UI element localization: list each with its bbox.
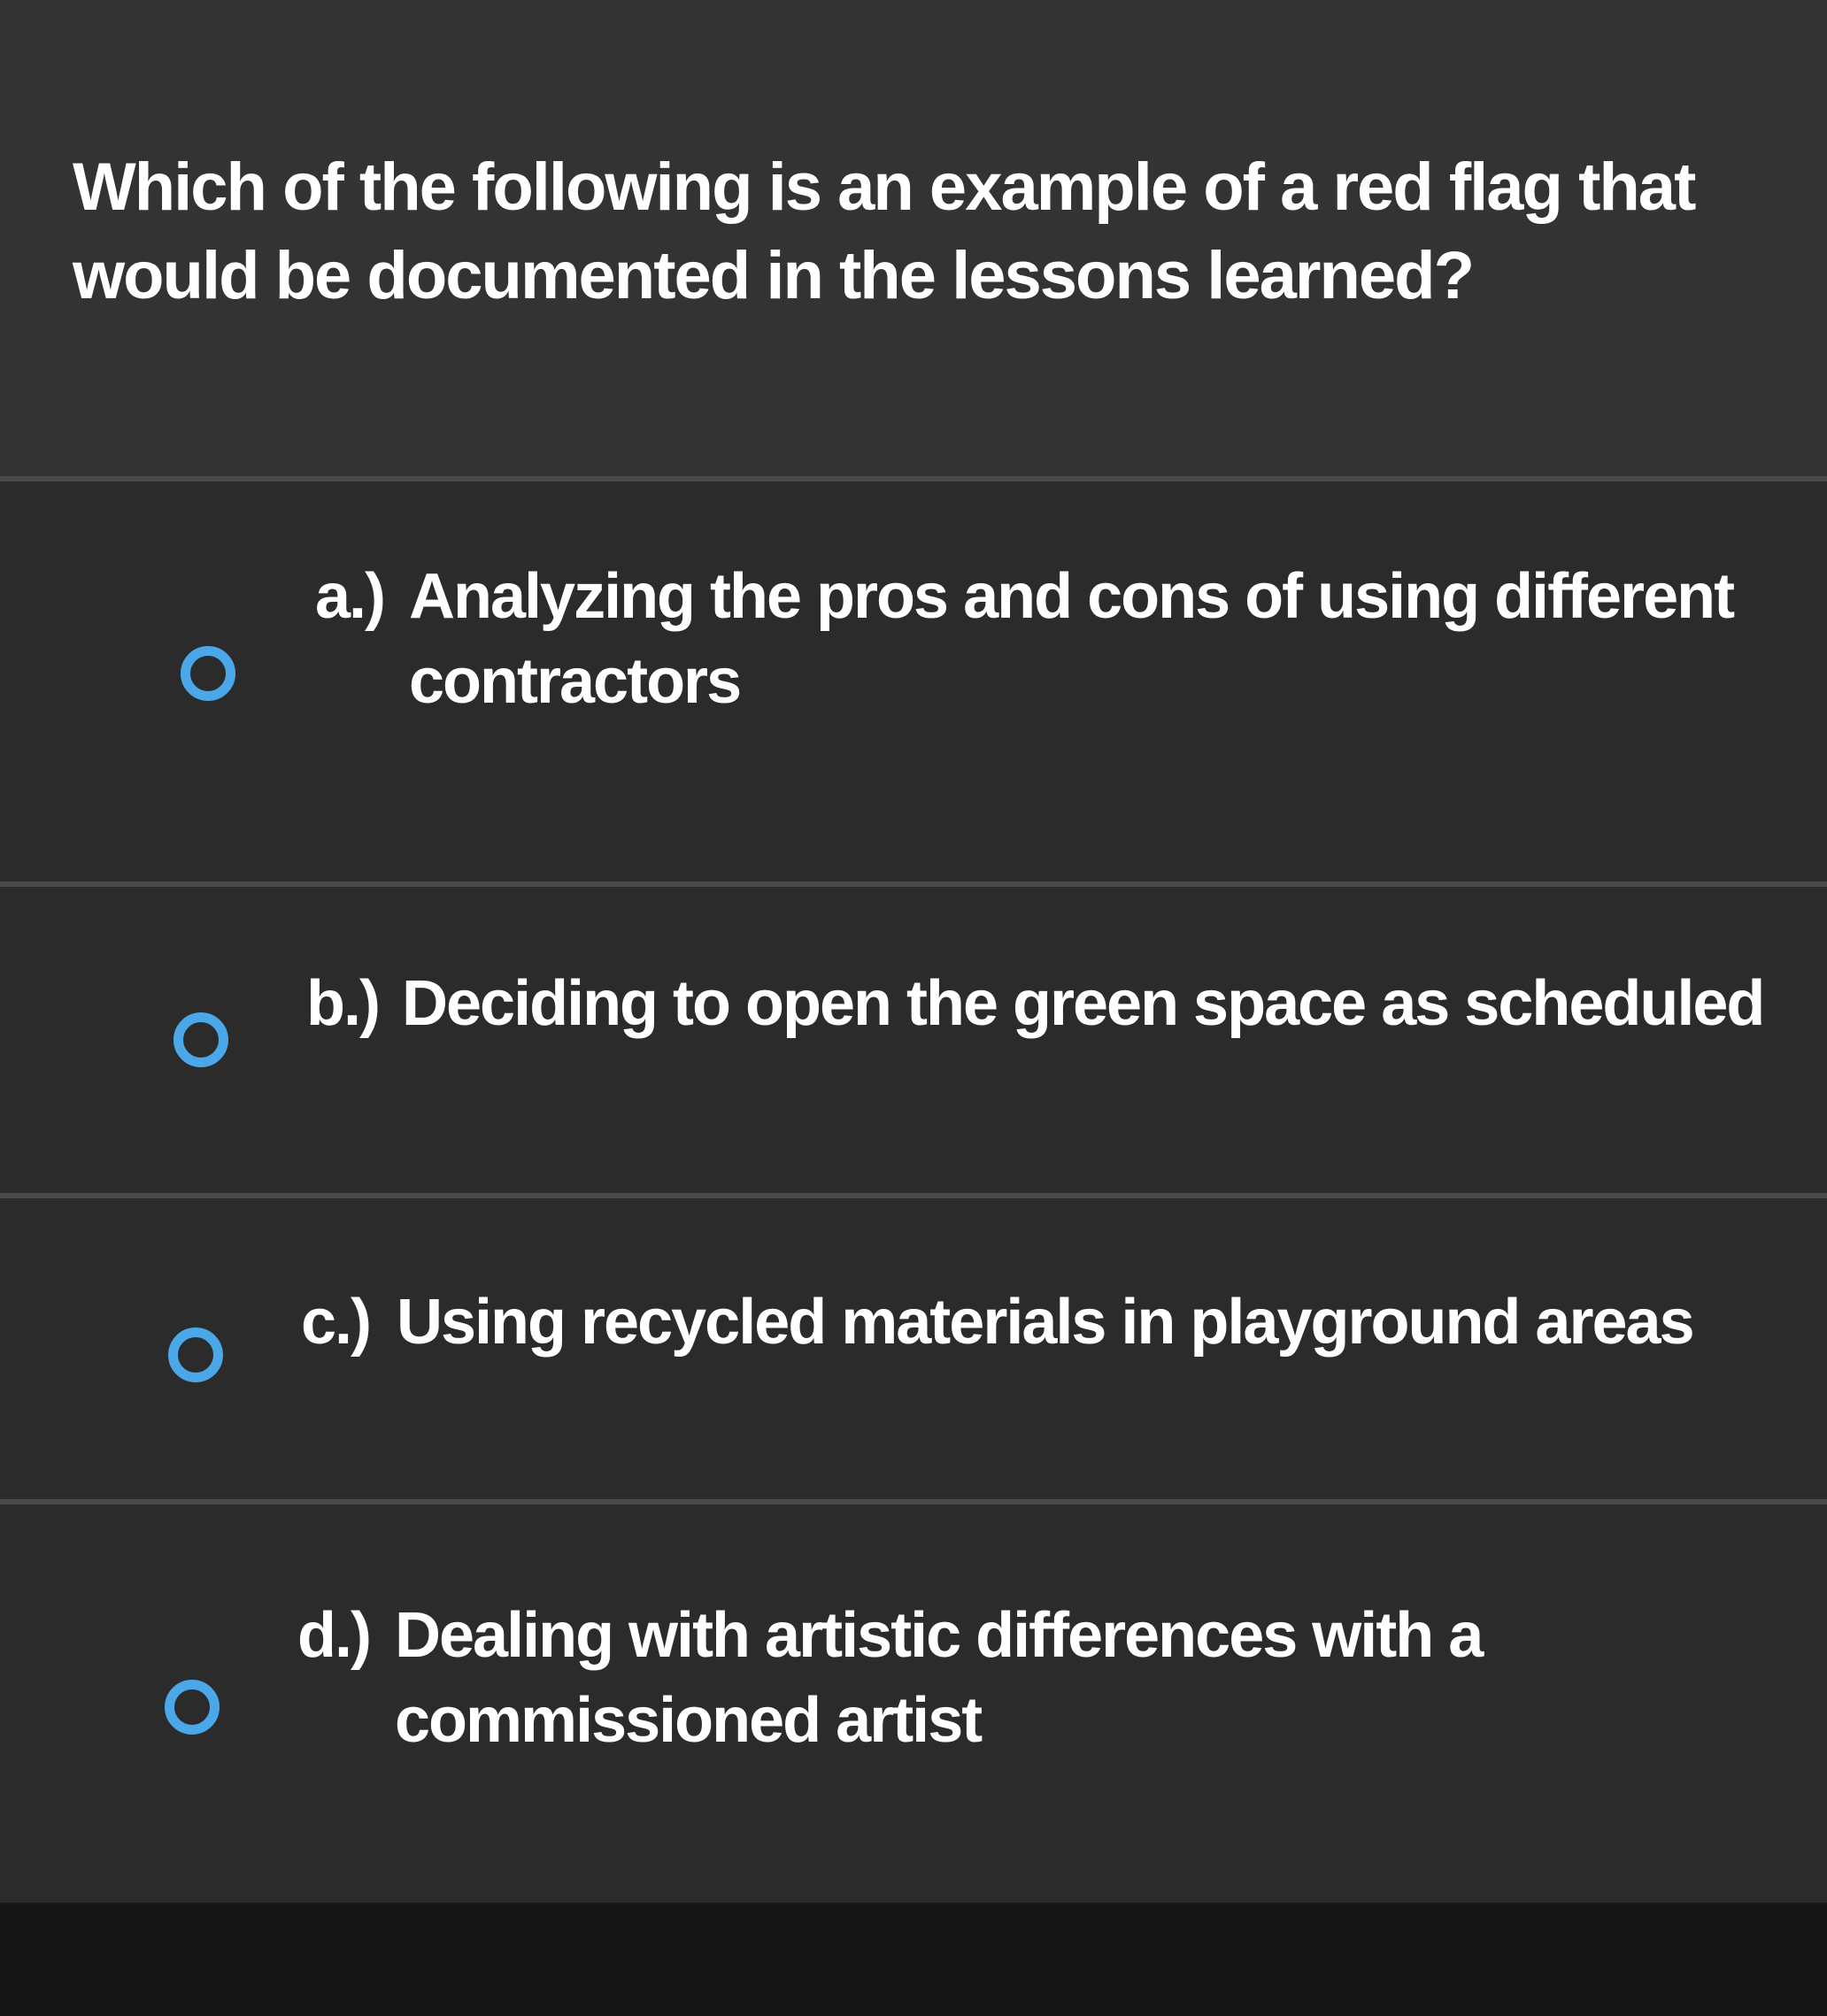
option-d-letter: d.) <box>297 1600 372 1671</box>
option-a[interactable]: a.) Analyzing the pros and cons of using… <box>0 481 1827 881</box>
option-a-letter: a.) <box>315 561 386 632</box>
question-area: Which of the following is an example of … <box>0 0 1827 476</box>
question-text: Which of the following is an example of … <box>73 150 1696 313</box>
option-d[interactable]: d.) Dealing with artistic differences wi… <box>0 1504 1827 1903</box>
option-b-label: Deciding to open the green space as sche… <box>402 968 1765 1039</box>
option-d-label: Dealing with artistic differences with a… <box>395 1600 1484 1756</box>
option-c[interactable]: c.) Using recycled materials in playgrou… <box>0 1198 1827 1499</box>
radio-button-d[interactable] <box>165 1680 220 1735</box>
option-b[interactable]: b.) Deciding to open the green space as … <box>0 887 1827 1193</box>
quiz-page: Which of the following is an example of … <box>0 0 1827 2016</box>
radio-button-a[interactable] <box>181 646 235 701</box>
option-a-label: Analyzing the pros and cons of using dif… <box>409 561 1735 717</box>
radio-button-b[interactable] <box>173 1012 228 1067</box>
bottom-edge <box>0 1903 1827 2016</box>
option-c-label: Using recycled materials in playground a… <box>397 1287 1695 1358</box>
option-b-letter: b.) <box>306 968 381 1039</box>
option-c-letter: c.) <box>301 1287 372 1358</box>
radio-button-c[interactable] <box>168 1327 223 1382</box>
